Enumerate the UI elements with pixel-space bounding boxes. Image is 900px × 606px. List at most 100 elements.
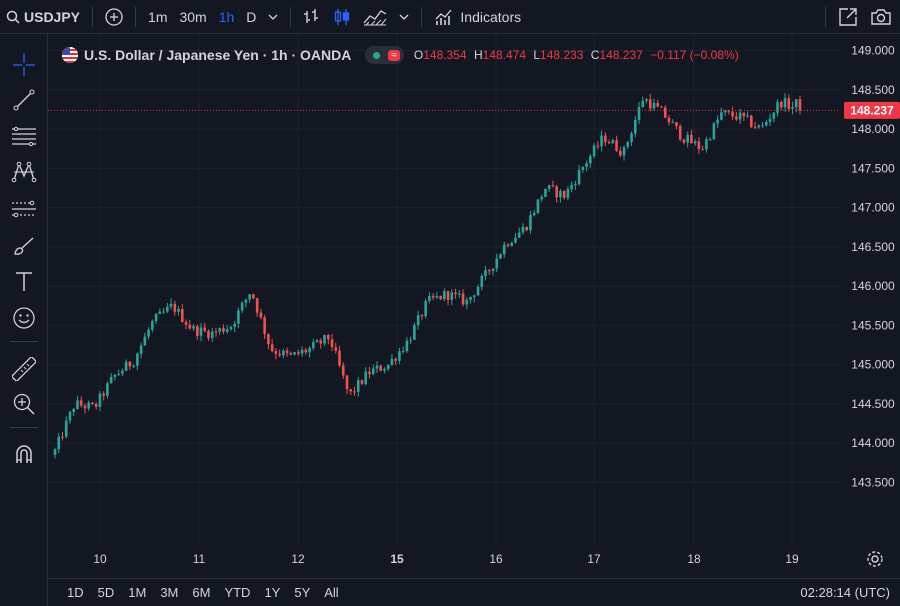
forecast-tool[interactable] [9,194,39,224]
interval-30m[interactable]: 30m [173,0,212,34]
axis-settings-button[interactable] [866,550,884,568]
candle-body [225,329,229,332]
candle-body [282,350,285,356]
trend-line-icon [13,89,35,111]
candle-body [443,291,446,300]
interval-dropdown[interactable] [262,0,284,34]
candle-body [169,303,173,307]
range-6m[interactable]: 6M [185,585,217,600]
candle-body [270,344,274,352]
text-tool[interactable] [9,267,39,297]
candle-body [398,351,401,361]
candle-body [289,353,293,355]
search-icon [6,10,20,24]
area-style-button[interactable] [357,0,393,34]
y-tick-label: 147.500 [851,161,895,175]
candle-body [315,340,319,343]
range-all[interactable]: All [317,585,345,600]
bar-style-button[interactable] [297,0,327,34]
market-status[interactable]: ≈ [365,46,404,64]
candles-style-button[interactable] [327,0,357,34]
measure-tool[interactable] [9,354,39,384]
candle-body [544,188,547,197]
x-tick-label: 19 [785,552,799,566]
candle-body [192,326,195,329]
candle-body [72,409,76,412]
market-open-dot [373,51,381,59]
forecast-icon [12,200,36,218]
candle-body [667,117,671,123]
range-1m[interactable]: 1M [121,585,153,600]
candle-body [589,156,592,164]
range-1y[interactable]: 1Y [257,585,287,600]
open-label: O [413,48,424,62]
magnet-tool[interactable] [9,439,39,469]
chevron-down-icon [268,14,278,20]
price-chart[interactable]: 149.000 148.500 148.000 147.500 147.000 146.5… [48,34,900,578]
trend-line-tool[interactable] [9,85,39,115]
horizontal-lines-tool[interactable] [9,121,39,151]
candle-body [184,321,188,325]
candle-body [319,340,323,344]
y-tick-label: 146.500 [851,240,895,254]
chart-type-dropdown[interactable] [393,0,415,34]
interval-1h[interactable]: 1h [213,0,241,34]
candle-body [472,295,476,297]
candle-body [368,371,371,375]
candle-body [517,232,521,238]
range-1d[interactable]: 1D [60,585,91,600]
candle-body [364,371,368,384]
interval-d[interactable]: D [240,0,262,34]
candle-body [136,353,139,366]
candle-body [57,436,61,450]
x-tick-label: 10 [93,552,107,566]
candle-body [151,321,154,330]
candle-body [574,183,577,186]
range-5d[interactable]: 5D [91,585,122,600]
candle-body [791,107,794,109]
candle-body [787,98,791,109]
compare-button[interactable] [99,0,129,34]
candle-body [278,353,281,356]
candle-body [435,295,439,298]
candle-body [218,328,222,332]
interval-1m[interactable]: 1m [142,0,173,34]
candle-body [102,393,105,396]
time-axis[interactable]: 10 11 12 15 16 17 18 19 [93,552,799,566]
candle-body [701,148,704,150]
candle-body [510,242,514,246]
candle-body [304,349,308,353]
candle-body [622,146,626,156]
range-3m[interactable]: 3M [153,585,185,600]
candle-body [203,327,207,331]
candle-body [255,298,259,313]
candle-body [499,254,502,259]
candle-body [113,374,117,377]
candle-body [285,350,289,354]
candle-body [604,135,607,143]
legend-title[interactable]: U.S. Dollar / Japanese Yen · 1h · OANDA [84,47,351,63]
candle-body [233,323,236,327]
candle-body [469,296,472,300]
candle-body [409,339,412,341]
indicators-button[interactable]: Indicators [428,0,527,34]
range-5y[interactable]: 5Y [287,585,317,600]
pattern-tool[interactable] [9,157,39,187]
zoom-tool[interactable] [9,389,39,419]
brush-tool[interactable] [9,231,39,261]
bottom-toolbar: 1D 5D 1M 3M 6M YTD 1Y 5Y All 02:28:14 (U… [48,578,900,606]
candle-body [454,292,457,295]
y-tick-label: 145.500 [851,318,895,332]
sidebar-divider [10,341,38,342]
emoji-tool[interactable] [9,303,39,333]
candle-body [353,391,356,393]
utc-clock[interactable]: 02:28:14 (UTC) [800,585,900,600]
symbol-search[interactable]: USDJPY [0,0,86,34]
candle-body [106,383,109,396]
snapshot-button[interactable] [864,0,898,34]
crosshair-tool[interactable] [9,50,39,80]
add-circle-icon [105,7,123,26]
fullscreen-button[interactable] [832,0,864,34]
candle-body [551,185,555,187]
range-ytd[interactable]: YTD [217,585,257,600]
